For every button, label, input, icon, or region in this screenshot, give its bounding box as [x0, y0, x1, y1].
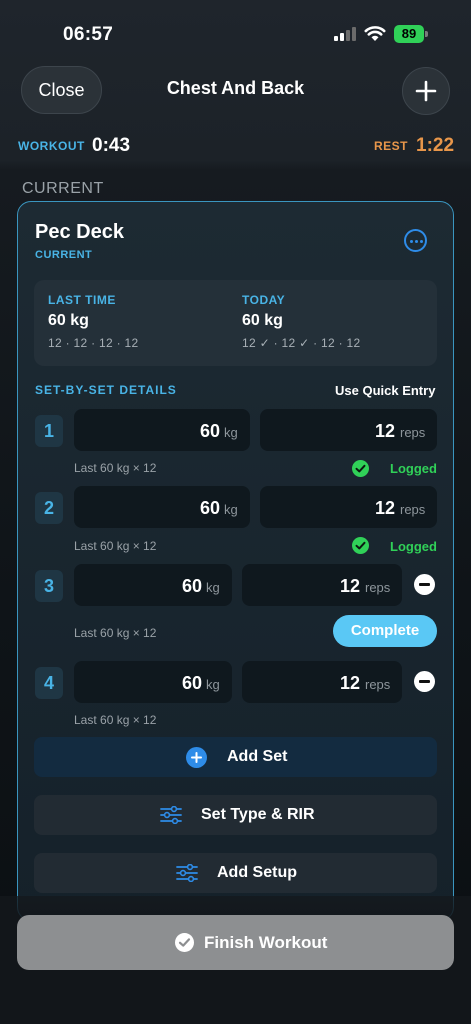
- last-set-info: Last 60 kg × 12: [74, 539, 157, 553]
- weight-input[interactable]: 60 kg: [74, 564, 232, 606]
- finish-workout-button[interactable]: Finish Workout: [17, 915, 454, 970]
- cellular-signal-icon: [334, 27, 358, 41]
- last-time-label: LAST TIME: [48, 293, 116, 307]
- status-time: 06:57: [63, 24, 114, 45]
- last-set-info: Last 60 kg × 12: [74, 461, 157, 475]
- quick-entry-link[interactable]: Use Quick Entry: [335, 383, 435, 398]
- page-title: Chest And Back: [166, 78, 305, 98]
- remove-set-button[interactable]: [414, 574, 435, 595]
- set-type-rir-button[interactable]: Set Type & RIR: [34, 795, 437, 835]
- plus-icon: [415, 80, 437, 102]
- exercise-name: Pec Deck: [35, 221, 124, 243]
- wifi-icon: [364, 26, 386, 41]
- reps-input[interactable]: 12 reps: [242, 564, 402, 606]
- workout-timer-value: 0:43: [92, 135, 131, 156]
- rest-timer-value[interactable]: 1:22: [416, 135, 454, 157]
- set-number: 2: [35, 492, 63, 524]
- remove-set-button[interactable]: [414, 671, 435, 692]
- add-set-button[interactable]: Add Set: [34, 737, 437, 777]
- reps-input[interactable]: 12 reps: [260, 486, 437, 528]
- set-status: Logged: [390, 539, 437, 554]
- set-number: 3: [35, 570, 63, 602]
- add-setup-label: Add Setup: [217, 864, 297, 881]
- last-time-weight: 60 kg: [48, 312, 89, 329]
- minus-icon: [419, 680, 430, 683]
- workout-timer-label: WORKOUT: [18, 139, 85, 153]
- weight-input[interactable]: 60 kg: [74, 486, 250, 528]
- exercise-status: CURRENT: [35, 249, 93, 261]
- set-type-rir-label: Set Type & RIR: [201, 806, 315, 823]
- sliders-icon: [176, 864, 198, 882]
- last-time-sets: 12 · 12 · 12 · 12: [48, 336, 139, 350]
- ellipsis-circle-icon[interactable]: [404, 229, 427, 252]
- checkmark-circle-icon: [352, 537, 369, 554]
- last-today-summary: LAST TIME 60 kg 12 · 12 · 12 · 12 TODAY …: [34, 280, 437, 366]
- set-status: Logged: [390, 461, 437, 476]
- set-number: 4: [35, 667, 63, 699]
- status-bar: 06:57 89: [0, 0, 471, 60]
- add-set-label: Add Set: [227, 748, 288, 765]
- plus-circle-icon: [186, 747, 207, 768]
- checkmark-circle-icon: [352, 460, 369, 477]
- finish-workout-label: Finish Workout: [204, 933, 328, 952]
- last-set-info: Last 60 kg × 12: [74, 713, 157, 727]
- rest-timer-label: REST: [374, 139, 409, 153]
- checkmark-circle-icon: [175, 933, 194, 952]
- battery-level: 89: [394, 25, 424, 43]
- weight-input[interactable]: 60 kg: [74, 409, 250, 451]
- set-details-label: SET-BY-SET DETAILS: [35, 383, 177, 397]
- minus-icon: [419, 583, 430, 586]
- timer-row: WORKOUT 0:43 REST 1:22: [0, 128, 471, 164]
- today-weight: 60 kg: [242, 312, 283, 329]
- exercise-card: Pec Deck CURRENT LAST TIME 60 kg 12 · 12…: [17, 201, 454, 921]
- set-number: 1: [35, 415, 63, 447]
- battery-icon: 89: [394, 25, 428, 43]
- reps-input[interactable]: 12 reps: [260, 409, 437, 451]
- today-label: TODAY: [242, 293, 286, 307]
- section-heading-current: CURRENT: [22, 180, 104, 197]
- add-setup-button[interactable]: Add Setup: [34, 853, 437, 893]
- last-set-info: Last 60 kg × 12: [74, 626, 157, 640]
- add-exercise-button[interactable]: [402, 67, 450, 115]
- today-sets: 12 ✓ · 12 ✓ · 12 · 12: [242, 336, 361, 350]
- complete-set-button[interactable]: Complete: [333, 615, 437, 647]
- weight-input[interactable]: 60 kg: [74, 661, 232, 703]
- reps-input[interactable]: 12 reps: [242, 661, 402, 703]
- sliders-icon: [160, 806, 182, 824]
